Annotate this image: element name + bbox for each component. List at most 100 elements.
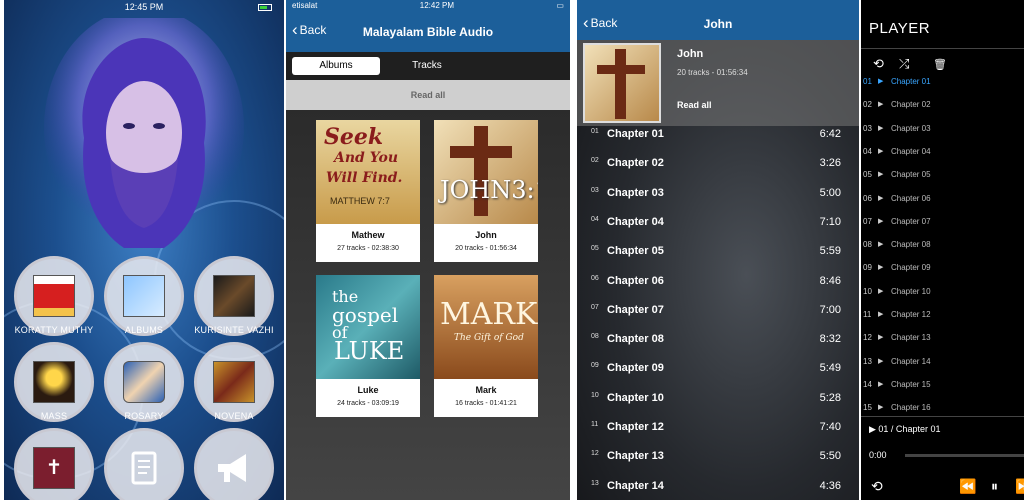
tile-mass[interactable] [14, 342, 94, 422]
tile-bible[interactable]: ✝ [14, 428, 94, 500]
album-info: John 20 tracks - 01:56:34 [434, 224, 538, 262]
divider [861, 48, 1024, 49]
tile-label: NOVENA [214, 411, 254, 421]
repeat-icon[interactable]: ⟲ [873, 56, 884, 72]
rosary-icon [123, 361, 165, 403]
track-duration: 5:49 [819, 362, 841, 375]
cover-text: Seek [324, 124, 384, 150]
play-icon: ▶ [878, 124, 884, 132]
track-row[interactable]: 07 Chapter 07 7:00 [577, 304, 859, 333]
track-name: Chapter 12 [607, 421, 664, 433]
album-card-john[interactable]: JOHN3:1 John 20 tracks - 01:56:34 [434, 120, 538, 262]
track-row[interactable]: 05 Chapter 05 5:59 [577, 245, 859, 274]
track-name: Chapter 10 [607, 391, 664, 404]
player-track-row[interactable]: 09 ▶ Chapter 09 [861, 263, 1024, 283]
player-track-row[interactable]: 02 ▶ Chapter 02 [861, 100, 1024, 120]
album-card-mathew[interactable]: Seek And You Will Find. MATTHEW 7:7 Math… [316, 120, 420, 262]
track-name: Chapter 12 [891, 310, 931, 319]
tile-rosary[interactable] [104, 342, 184, 422]
mass-icon [33, 361, 75, 403]
shuffle-icon[interactable]: ⤮ [899, 56, 909, 72]
track-duration: 8:46 [819, 274, 841, 287]
track-name: Chapter 09 [891, 263, 931, 273]
track-number: 13 [591, 479, 599, 487]
player-track-row[interactable]: 08 ▶ Chapter 08 [861, 240, 1024, 260]
track-row[interactable]: 08 Chapter 08 8:32 [577, 333, 859, 362]
player-track-row[interactable]: 10 ▶ Chapter 10 [861, 287, 1024, 307]
track-number: 03 [863, 123, 872, 133]
track-number: 06 [591, 274, 599, 282]
track-name: Chapter 03 [607, 186, 664, 199]
track-name: Chapter 01 [607, 128, 664, 140]
forward-icon[interactable]: ⏩ [1015, 478, 1024, 495]
track-number: 10 [591, 391, 599, 399]
track-row[interactable]: 09 Chapter 09 5:49 [577, 362, 859, 391]
track-number: 03 [591, 186, 599, 194]
albums-dove-icon [123, 275, 165, 317]
track-row[interactable]: 06 Chapter 06 8:46 [577, 275, 859, 304]
track-name: Chapter 04 [891, 146, 931, 156]
player-track-row[interactable]: 06 ▶ Chapter 06 [861, 194, 1024, 214]
pause-icon[interactable]: ⏸ [991, 478, 998, 495]
album-cover: Seek And You Will Find. MATTHEW 7:7 [316, 120, 420, 224]
tile-albums[interactable] [104, 256, 184, 336]
tile-announcements[interactable] [194, 428, 274, 500]
tile-koratty-muthy[interactable] [14, 256, 94, 336]
cover-text: The Gift of God [454, 333, 524, 343]
play-icon: ▶ [878, 171, 884, 179]
track-number: 07 [863, 216, 872, 226]
player-track-row[interactable]: 01 ▶ Chapter 01 [861, 77, 1024, 97]
player-track-row[interactable]: 14 ▶ Chapter 15 [861, 380, 1024, 400]
player-track-row[interactable]: 11 ▶ Chapter 12 [861, 310, 1024, 330]
status-bar: 12:45 PM [4, 0, 284, 14]
battery-icon: ▭ [556, 1, 564, 10]
novena-icon [213, 361, 255, 403]
cover-text: MARK [440, 297, 538, 332]
track-duration: 7:40 [819, 421, 841, 433]
track-row[interactable]: 02 Chapter 02 3:26 [577, 157, 859, 186]
repeat-icon[interactable]: ⟲ [871, 478, 883, 495]
player-track-row[interactable]: 03 ▶ Chapter 03 [861, 124, 1024, 144]
read-all-button[interactable]: Read all [286, 80, 570, 110]
album-card-mark[interactable]: MARK The Gift of God Mark 16 tracks - 01… [434, 275, 538, 417]
track-row[interactable]: 12 Chapter 13 5:50 [577, 450, 859, 479]
player-track-row[interactable]: 15 ▶ Chapter 16 [861, 403, 1024, 423]
read-all-button[interactable]: Read all [677, 100, 712, 110]
track-number: 12 [591, 450, 599, 458]
tab-tracks[interactable]: Tracks [382, 57, 472, 75]
nav-bar: ‹ Back John [577, 8, 859, 40]
player-track-row[interactable]: 05 ▶ Chapter 05 [861, 170, 1024, 190]
player-track-row[interactable]: 07 ▶ Chapter 07 [861, 217, 1024, 237]
track-name: Chapter 05 [607, 245, 664, 258]
tile-notes[interactable] [104, 428, 184, 500]
battery-icon [258, 4, 272, 11]
track-row[interactable]: 04 Chapter 04 7:10 [577, 216, 859, 245]
album-card-luke[interactable]: the gospel of LUKE Luke 24 tracks - 03:0… [316, 275, 420, 417]
track-row[interactable]: 01 Chapter 01 6:42 [577, 128, 859, 157]
track-duration: 5:50 [819, 450, 841, 463]
track-number: 07 [591, 303, 599, 311]
player-track-row[interactable]: 13 ▶ Chapter 14 [861, 357, 1024, 377]
track-number: 02 [863, 100, 872, 110]
track-number: 01 [591, 128, 599, 135]
track-row[interactable]: 10 Chapter 10 5:28 [577, 392, 859, 421]
tile-kurisinte-vazhi[interactable] [194, 256, 274, 336]
tab-albums[interactable]: Albums [292, 57, 380, 75]
album-meta: 20 tracks - 01:56:34 [677, 68, 748, 77]
progress-bar[interactable] [905, 454, 1024, 457]
track-row[interactable]: 13 Chapter 14 4:36 [577, 480, 859, 500]
track-number: 13 [863, 356, 872, 366]
tile-novena[interactable] [194, 342, 274, 422]
trash-icon[interactable]: 🗑 [933, 58, 947, 71]
megaphone-icon [218, 454, 246, 482]
player-track-row[interactable]: 12 ▶ Chapter 13 [861, 333, 1024, 353]
nav-bar: ‹ Back Malayalam Bible Audio [286, 12, 570, 52]
player-track-row[interactable]: 04 ▶ Chapter 04 [861, 147, 1024, 167]
bible-book-icon: ✝ [33, 447, 75, 489]
track-name: Chapter 02 [891, 100, 931, 110]
track-row[interactable]: 11 Chapter 12 7:40 [577, 421, 859, 450]
album-meta: 20 tracks - 01:56:34 [455, 245, 517, 252]
rewind-icon[interactable]: ⏪ [959, 478, 976, 495]
album-name: Luke [357, 385, 379, 395]
track-row[interactable]: 03 Chapter 03 5:00 [577, 187, 859, 216]
